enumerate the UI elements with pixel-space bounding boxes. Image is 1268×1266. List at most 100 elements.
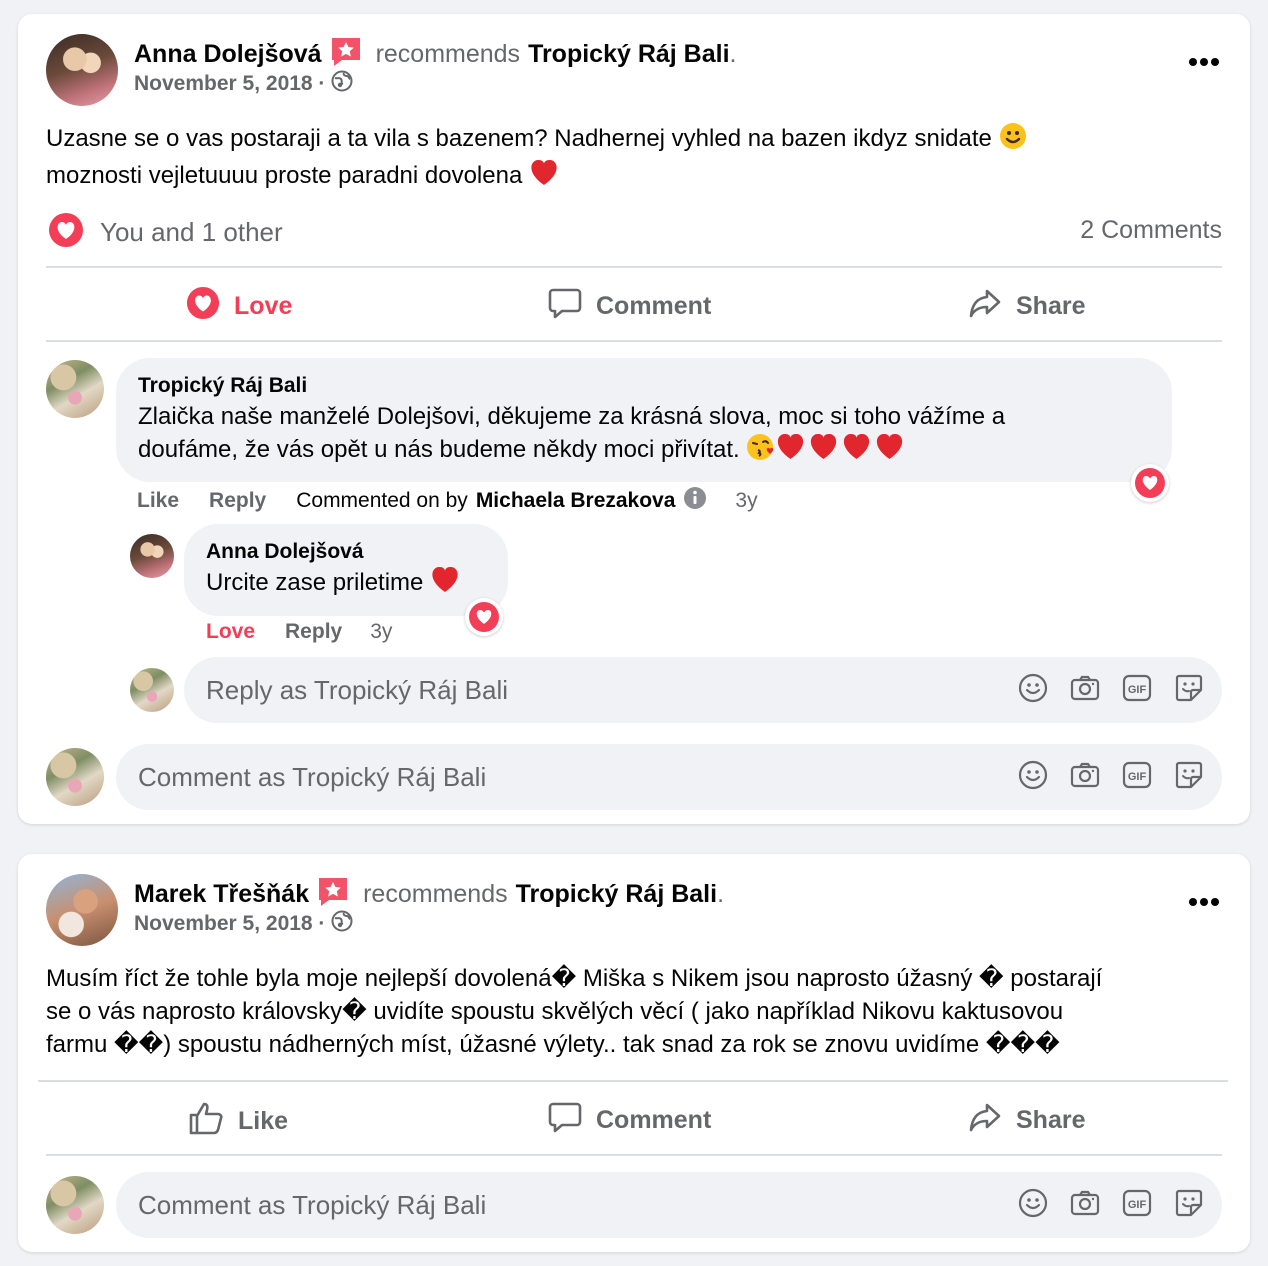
sticker-icon[interactable] (1174, 760, 1204, 795)
share-button[interactable]: Share (968, 1100, 1085, 1141)
commented-by-text: Commented on by (296, 489, 468, 512)
post-text-line: Musím říct že tohle byla moje nejlepší d… (46, 965, 1103, 992)
share-button[interactable]: Share (968, 286, 1085, 327)
commented-by-name[interactable]: Michaela Brezakova (476, 489, 676, 513)
post-body: Musím říct že tohle byla moje nejlepší d… (46, 962, 1226, 1061)
post-body: Uzasne se o vas postaraji a ta vila s ba… (46, 122, 1206, 196)
recommend-badge-icon (330, 36, 362, 73)
emoji-icon[interactable] (1018, 1188, 1048, 1223)
post-date[interactable]: November 5, 2018 · (134, 72, 325, 96)
red-heart-emoji-icon (529, 159, 559, 196)
comment-reply-button[interactable]: Reply (209, 489, 266, 513)
comment-timestamp[interactable]: 3y (735, 489, 757, 513)
red-heart-emoji-icon (430, 566, 460, 603)
comment-like-button[interactable]: Like (137, 489, 179, 513)
reply-author-avatar[interactable] (130, 534, 174, 578)
comment-author[interactable]: Tropický Ráj Bali (138, 374, 307, 398)
reply-timestamp[interactable]: 3y (370, 620, 392, 644)
more-options-icon[interactable] (1188, 54, 1220, 72)
recommends-text: recommends (363, 880, 508, 908)
comment-input[interactable]: Comment as Tropický Ráj Bali GIF (116, 744, 1222, 810)
more-options-icon[interactable] (1188, 894, 1220, 912)
red-heart-emoji-icon (840, 433, 873, 470)
post-text-line: farmu ��) spoustu nádherných míst, úžasn… (46, 1031, 1060, 1058)
page-name-link[interactable]: Tropický Ráj Bali (528, 40, 729, 69)
comment-bubble: Tropický Ráj Bali Zlaička naše manželé D… (116, 358, 1172, 482)
emoji-icon[interactable] (1018, 673, 1048, 708)
gif-icon[interactable]: GIF (1122, 760, 1152, 795)
reactions-summary[interactable]: You and 1 other (48, 212, 283, 253)
comment-text: Zlaička naše manželé Dolejšovi, děkujeme… (138, 400, 1005, 470)
love-reaction-icon (186, 286, 220, 327)
author-name[interactable]: Marek Třešňák (134, 880, 309, 909)
recommend-badge-icon (317, 876, 349, 913)
gif-icon[interactable]: GIF (1122, 1188, 1152, 1223)
smile-emoji-icon (999, 122, 1027, 159)
post-text-line: se o vás naprosto královsky� uvidíte spo… (46, 998, 1064, 1025)
comment-button[interactable]: Comment (548, 286, 711, 327)
post-meta: November 5, 2018 · (134, 70, 353, 97)
input-icons: GIF (1018, 760, 1204, 795)
comments-count[interactable]: 2 Comments (1080, 216, 1222, 245)
post-header-line: Anna Dolejšová recommends Tropický Ráj B… (134, 36, 736, 73)
reply-text: Urcite zase priletime (206, 566, 460, 603)
love-button[interactable]: Love (186, 286, 292, 327)
post-meta: November 5, 2018 · (134, 910, 353, 937)
reply-input[interactable]: Reply as Tropický Ráj Bali GIF (184, 657, 1222, 723)
recommends-text: recommends (375, 40, 521, 68)
comment-bubble-icon (548, 1100, 582, 1141)
comment-bubble-icon (548, 286, 582, 327)
sticker-icon[interactable] (1174, 673, 1204, 708)
reactions-count-text: You and 1 other (100, 217, 283, 247)
camera-icon[interactable] (1070, 760, 1100, 795)
globe-icon (331, 910, 353, 937)
reply-love-reaction-icon[interactable] (465, 598, 503, 636)
comment-input[interactable]: Comment as Tropický Ráj Bali GIF (116, 1172, 1222, 1238)
red-heart-emoji-icon (873, 433, 906, 470)
globe-icon (331, 70, 353, 97)
reply-reply-button[interactable]: Reply (285, 620, 342, 644)
camera-icon[interactable] (1070, 1188, 1100, 1223)
comment-button[interactable]: Comment (548, 1100, 711, 1141)
reply-input-avatar (130, 668, 174, 712)
commenter-avatar[interactable] (46, 360, 104, 418)
reply-bubble: Anna Dolejšová Urcite zase priletime (184, 524, 508, 616)
svg-text:GIF: GIF (1128, 1199, 1147, 1211)
share-arrow-icon (968, 286, 1002, 327)
author-name[interactable]: Anna Dolejšová (134, 40, 322, 69)
author-avatar[interactable] (46, 34, 118, 106)
divider (46, 266, 1222, 268)
author-avatar[interactable] (46, 874, 118, 946)
comment-input-placeholder: Comment as Tropický Ráj Bali (138, 1189, 487, 1220)
comment-input-avatar (46, 1176, 104, 1234)
like-button[interactable]: Like (188, 1100, 288, 1143)
page-name-link[interactable]: Tropický Ráj Bali (516, 880, 717, 909)
reply-love-button[interactable]: Love (206, 620, 255, 644)
red-heart-emoji-icon (774, 433, 807, 470)
emoji-icon[interactable] (1018, 760, 1048, 795)
post-date[interactable]: November 5, 2018 · (134, 912, 325, 936)
comment-love-reaction-icon[interactable] (1131, 464, 1169, 502)
gif-icon[interactable]: GIF (1122, 673, 1152, 708)
camera-icon[interactable] (1070, 673, 1100, 708)
input-icons: GIF (1018, 673, 1204, 708)
divider (46, 1154, 1222, 1156)
svg-text:GIF: GIF (1128, 771, 1147, 783)
reply-actions: Love Reply 3y (206, 620, 392, 644)
review-post-2: Marek Třešňák recommends Tropický Ráj Ba… (18, 854, 1250, 1252)
divider (46, 340, 1222, 342)
sticker-icon[interactable] (1174, 1188, 1204, 1223)
post-text-line: moznosti vejletuuuu proste paradni dovol… (46, 162, 523, 189)
comment-actions: Like Reply Commented on by Michaela Brez… (137, 486, 758, 516)
reply-author[interactable]: Anna Dolejšová (206, 540, 364, 564)
reply-input-placeholder: Reply as Tropický Ráj Bali (206, 674, 508, 705)
input-icons: GIF (1018, 1188, 1204, 1223)
love-reaction-icon (48, 212, 84, 253)
thumbs-up-icon (188, 1100, 224, 1143)
share-arrow-icon (968, 1100, 1002, 1141)
post-header-line: Marek Třešňák recommends Tropický Ráj Ba… (134, 876, 724, 913)
info-icon[interactable] (683, 486, 707, 516)
red-heart-emoji-icon (807, 433, 840, 470)
comment-input-avatar (46, 748, 104, 806)
review-post-1: Anna Dolejšová recommends Tropický Ráj B… (18, 14, 1250, 824)
